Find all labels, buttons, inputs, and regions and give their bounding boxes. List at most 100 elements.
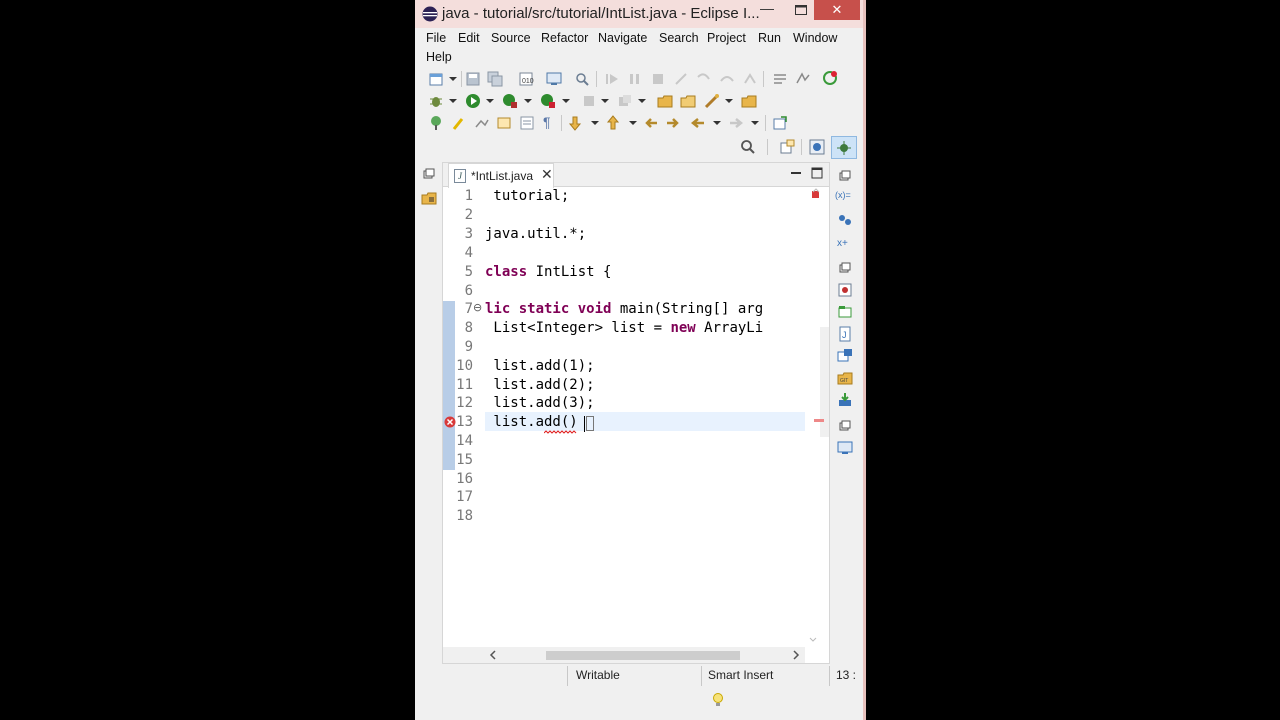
toggle-word-wrap-icon[interactable]: [496, 115, 512, 131]
run-dropdown-icon[interactable]: [486, 99, 494, 103]
console-view-icon[interactable]: [837, 348, 853, 364]
overview-ruler[interactable]: [805, 187, 829, 649]
minimize-button[interactable]: —: [753, 0, 781, 20]
show-whitespace-icon[interactable]: ¶: [543, 114, 551, 130]
minimize-editor-icon[interactable]: [790, 168, 802, 178]
previous-annotation-icon[interactable]: [605, 115, 621, 131]
menu-navigate[interactable]: Navigate: [598, 31, 647, 45]
mark-occurrences-icon[interactable]: [474, 115, 490, 131]
overview-error-marker[interactable]: [814, 419, 824, 422]
package-explorer-icon[interactable]: [421, 190, 437, 206]
open-type-icon[interactable]: [741, 93, 757, 109]
expressions-icon[interactable]: x+: [837, 234, 853, 250]
use-step-filters-icon[interactable]: [772, 71, 788, 87]
next-annotation-dropdown-icon[interactable]: [591, 121, 599, 125]
search-ref-icon[interactable]: [574, 71, 590, 87]
launch-config-icon[interactable]: [617, 93, 633, 109]
restore-icon[interactable]: [839, 420, 851, 432]
coverage-dropdown-icon[interactable]: [524, 99, 532, 103]
open-task-icon[interactable]: [428, 115, 444, 131]
restore-icon[interactable]: [839, 262, 851, 274]
horizontal-scrollbar[interactable]: [443, 647, 805, 663]
java-ee-perspective-icon[interactable]: [809, 139, 825, 155]
menu-search[interactable]: Search: [659, 31, 699, 45]
open-perspective-icon[interactable]: [779, 139, 795, 155]
menu-project[interactable]: Project: [707, 31, 746, 45]
console-icon[interactable]: [546, 71, 562, 87]
tab-close-icon[interactable]: ✕: [541, 166, 553, 183]
external-tools-icon[interactable]: [540, 93, 556, 109]
error-marker-icon[interactable]: [444, 416, 456, 428]
restore-icon[interactable]: [423, 168, 435, 180]
problems-view-icon[interactable]: [837, 440, 853, 456]
forward-icon[interactable]: [728, 115, 744, 131]
last-edit-location-icon[interactable]: [643, 115, 659, 131]
step-into-icon[interactable]: [696, 71, 712, 87]
build-icon[interactable]: 010: [518, 71, 534, 87]
breakpoints-icon[interactable]: [837, 212, 853, 228]
scroll-left-icon[interactable]: [489, 650, 497, 660]
marker-pen-icon[interactable]: [452, 115, 468, 131]
maximize-button[interactable]: [787, 0, 815, 20]
forward-edit-icon[interactable]: [665, 115, 681, 131]
debug-perspective-button[interactable]: [831, 136, 857, 159]
new-class-icon[interactable]: [704, 93, 720, 109]
block-selection-icon[interactable]: [519, 115, 535, 131]
stop-icon[interactable]: [581, 93, 597, 109]
maximize-editor-icon[interactable]: [811, 167, 823, 179]
step-over-icon[interactable]: [719, 71, 735, 87]
menu-help[interactable]: Help: [426, 50, 452, 64]
git-repositories-icon[interactable]: GIT: [837, 370, 853, 386]
horizontal-scroll-thumb[interactable]: [546, 651, 740, 660]
new-package-icon[interactable]: [680, 93, 696, 109]
code-area[interactable]: 1 2 3 4 5 6 7 ⊖ 8 9 10 11 12 13 14 15 16…: [443, 187, 805, 633]
terminate-icon[interactable]: [650, 71, 666, 87]
menu-file[interactable]: File: [426, 31, 446, 45]
resume-icon[interactable]: [604, 71, 620, 87]
java-doc-icon[interactable]: J: [837, 326, 853, 342]
previous-annotation-dropdown-icon[interactable]: [629, 121, 637, 125]
back-dropdown-icon[interactable]: [713, 121, 721, 125]
variables-icon[interactable]: (x)=: [835, 190, 851, 200]
fold-collapse-icon[interactable]: ⊖: [473, 301, 482, 314]
menu-edit[interactable]: Edit: [458, 31, 480, 45]
step-return-icon[interactable]: [742, 71, 758, 87]
git-sync-icon[interactable]: [822, 70, 838, 86]
scroll-up-icon[interactable]: [812, 187, 820, 193]
next-annotation-icon[interactable]: [567, 115, 583, 131]
new-icon[interactable]: [428, 71, 444, 87]
menu-window[interactable]: Window: [793, 31, 837, 45]
menu-source[interactable]: Source: [491, 31, 531, 45]
debug-icon[interactable]: [428, 93, 444, 109]
skip-breakpoints-icon[interactable]: [795, 71, 811, 87]
run-icon[interactable]: [465, 93, 481, 109]
forward-dropdown-icon[interactable]: [751, 121, 759, 125]
menu-run[interactable]: Run: [758, 31, 781, 45]
pin-editor-icon[interactable]: [772, 115, 788, 131]
new-java-project-icon[interactable]: [657, 93, 673, 109]
disconnect-icon[interactable]: [673, 71, 689, 87]
new-dropdown-icon[interactable]: [449, 77, 457, 81]
save-all-icon[interactable]: [487, 71, 503, 87]
tab-intlist-java[interactable]: J *IntList.java ✕: [448, 163, 554, 188]
git-staging-icon[interactable]: [837, 392, 853, 408]
close-button[interactable]: ✕: [814, 0, 860, 20]
title-bar[interactable]: java - tutorial/src/tutorial/IntList.jav…: [415, 0, 866, 28]
lightbulb-icon[interactable]: [712, 692, 724, 708]
quick-access-search-icon[interactable]: [740, 139, 756, 155]
menu-refactor[interactable]: Refactor: [541, 31, 588, 45]
debug-dropdown-icon[interactable]: [449, 99, 457, 103]
external-tools-dropdown-icon[interactable]: [562, 99, 570, 103]
scroll-right-icon[interactable]: [792, 650, 800, 660]
outline-icon[interactable]: [837, 282, 853, 298]
save-icon[interactable]: [465, 71, 481, 87]
scroll-down-icon[interactable]: [809, 637, 817, 643]
stop-dropdown-icon[interactable]: [601, 99, 609, 103]
restore-icon[interactable]: [839, 170, 851, 182]
task-list-icon[interactable]: [837, 304, 853, 320]
suspend-icon[interactable]: [627, 71, 643, 87]
back-icon[interactable]: [690, 115, 706, 131]
coverage-icon[interactable]: [502, 93, 518, 109]
new-class-dropdown-icon[interactable]: [725, 99, 733, 103]
launch-config-dropdown-icon[interactable]: [638, 99, 646, 103]
